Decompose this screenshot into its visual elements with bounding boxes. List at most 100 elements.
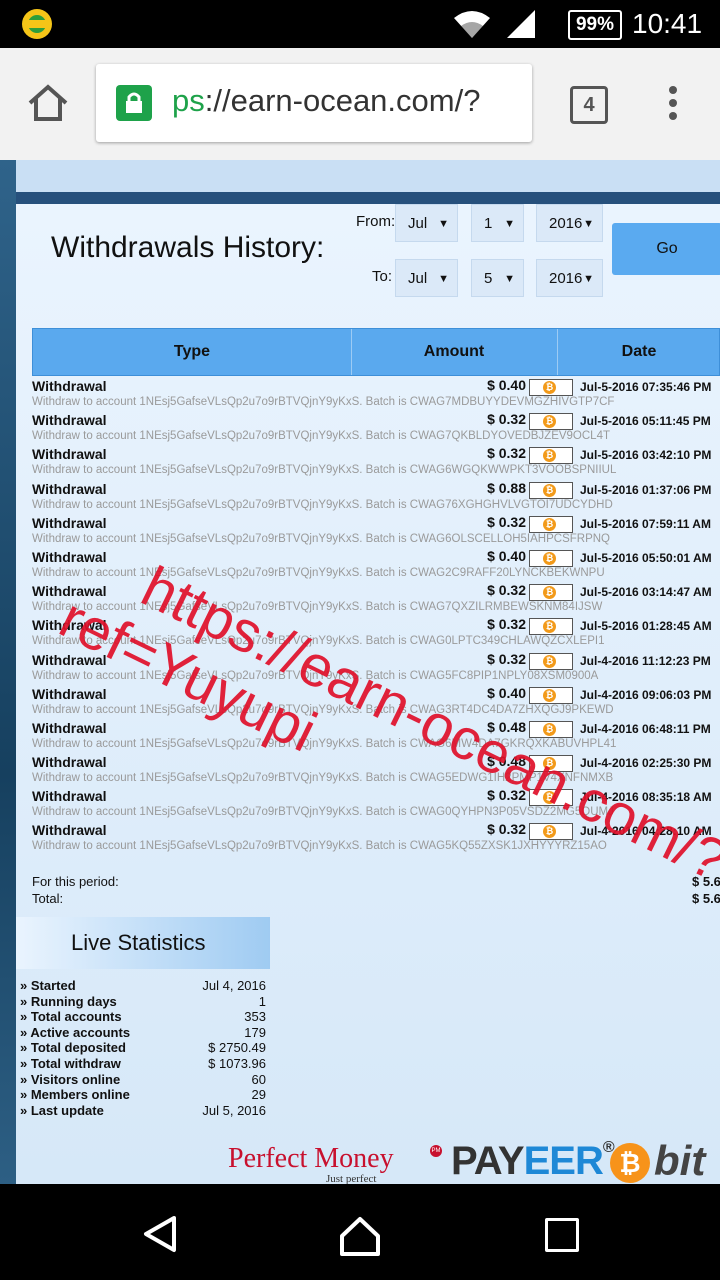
wifi-icon xyxy=(454,11,490,38)
row-description: Withdraw to account 1NEsj5GafseVLsQp2u7o… xyxy=(32,772,614,785)
table-row: Withdrawal $ 0.40 ₿ Jul-5-2016 07:35:46 PM W… xyxy=(32,376,720,410)
row-currency-badge: ₿ xyxy=(529,755,573,773)
row-date: Jul-4-2016 08:35:18 AM xyxy=(580,790,712,805)
home-nav-icon[interactable] xyxy=(338,1214,382,1258)
bitcoin-icon: ₿ xyxy=(543,654,556,668)
row-amount: $ 0.32 xyxy=(487,411,526,428)
table-row: Withdrawal $ 0.88 ₿ Jul-5-2016 01:37:06 PM W… xyxy=(32,479,720,513)
stat-value: 353 xyxy=(244,1009,266,1025)
row-amount: $ 0.32 xyxy=(487,582,526,599)
row-type: Withdrawal xyxy=(32,685,107,702)
stat-item: » Total deposited $ 2750.49 xyxy=(20,1040,266,1056)
column-amount: Amount xyxy=(351,329,558,375)
row-date: Jul-4-2016 09:06:03 PM xyxy=(580,687,712,702)
to-label: To: xyxy=(372,268,393,285)
browser-toolbar: ps://earn-ocean.com/? 4 xyxy=(0,48,720,160)
stat-value: Jul 5, 2016 xyxy=(202,1102,266,1118)
navigation-bar xyxy=(0,1184,720,1280)
row-type: Withdrawal xyxy=(32,617,107,634)
to-year-select[interactable]: 2016 ▼ xyxy=(536,259,603,297)
bitcoin-icon: ₿ xyxy=(543,551,556,565)
overflow-menu-icon[interactable] xyxy=(666,86,680,126)
row-currency-badge: ₿ xyxy=(529,686,573,704)
back-icon[interactable] xyxy=(140,1214,180,1254)
row-amount: $ 0.32 xyxy=(487,787,526,804)
table-header: Type Amount Date xyxy=(32,328,720,376)
payeer-logo: PAYEER® xyxy=(451,1139,615,1183)
total-label: Total: xyxy=(32,891,64,906)
row-date: Jul-5-2016 07:35:46 PM xyxy=(580,380,712,394)
stat-value: 29 xyxy=(251,1087,266,1103)
row-amount: $ 0.40 xyxy=(487,377,526,393)
live-statistics-list: » Started Jul 4, 2016» Running days 1» Tot… xyxy=(20,978,266,1118)
signal-icon xyxy=(507,10,535,38)
stat-item: » Total withdraw $ 1073.96 xyxy=(20,1056,266,1072)
row-description: Withdraw to account 1NEsj5GafseVLsQp2u7o… xyxy=(32,464,617,477)
table-row: Withdrawal $ 0.32 ₿ Jul-5-2016 01:28:45 AM W… xyxy=(32,615,720,649)
row-currency-badge: ₿ xyxy=(529,618,573,636)
row-type: Withdrawal xyxy=(32,412,107,429)
table-row: Withdrawal $ 0.32 ₿ Jul-5-2016 03:14:47 AM W… xyxy=(32,581,720,615)
row-amount: $ 0.32 xyxy=(487,616,526,633)
row-description: Withdraw to account 1NEsj5GafseVLsQp2u7o… xyxy=(32,601,603,614)
stat-item: » Started Jul 4, 2016 xyxy=(20,978,266,994)
url-text: ps://earn-ocean.com/? xyxy=(172,83,481,118)
bitcoin-icon: ₿ xyxy=(543,415,556,429)
row-description: Withdraw to account 1NEsj5GafseVLsQp2u7o… xyxy=(32,806,614,819)
table-row: Withdrawal $ 0.32 ₿ Jul-4-2016 08:35:18 AM W… xyxy=(32,786,720,820)
stat-label: » Started xyxy=(20,978,76,993)
row-description: Withdraw to account 1NEsj5GafseVLsQp2u7o… xyxy=(32,669,599,682)
withdrawals-table: Withdrawal $ 0.40 ₿ Jul-5-2016 07:35:46 PM W… xyxy=(32,376,720,855)
column-type: Type xyxy=(33,329,352,375)
from-month-select[interactable]: Jul ▼ xyxy=(395,204,458,242)
row-date: Jul-4-2016 06:48:11 PM xyxy=(580,721,711,736)
row-currency-badge: ₿ xyxy=(529,720,573,738)
row-currency-badge: ₿ xyxy=(529,481,573,499)
row-type: Withdrawal xyxy=(32,446,107,463)
row-description: Withdraw to account 1NEsj5GafseVLsQp2u7o… xyxy=(32,635,605,648)
recent-apps-icon[interactable] xyxy=(545,1218,579,1252)
row-type: Withdrawal xyxy=(32,651,107,668)
row-description: Withdraw to account 1NEsj5GafseVLsQp2u7o… xyxy=(32,532,610,545)
perfect-money-badge: PM xyxy=(430,1145,442,1157)
stat-item: » Members online 29 xyxy=(20,1087,266,1103)
row-date: Jul-5-2016 03:14:47 AM xyxy=(580,585,712,600)
row-type: Withdrawal xyxy=(32,583,107,600)
home-icon[interactable] xyxy=(26,81,70,125)
stat-value: Jul 4, 2016 xyxy=(202,978,266,993)
go-button[interactable]: Go xyxy=(612,223,720,275)
period-values: $ 5.6 $ 5.6 xyxy=(692,873,720,907)
period-label: For this period: xyxy=(32,874,119,889)
row-amount: $ 0.32 xyxy=(487,445,526,462)
row-amount: $ 0.88 xyxy=(487,479,526,496)
row-amount: $ 0.40 xyxy=(487,547,526,564)
bitcoin-icon: ₿ xyxy=(543,791,556,805)
page-content: Withdrawals History: From: Jul ▼ 1 ▼ 2016 ▼… xyxy=(16,160,720,1184)
to-day-select[interactable]: 5 ▼ xyxy=(471,259,524,297)
row-amount: $ 0.32 xyxy=(487,821,526,838)
from-day-select[interactable]: 1 ▼ xyxy=(471,204,524,242)
dark-band xyxy=(16,192,720,204)
row-amount: $ 0.32 xyxy=(487,513,526,530)
stat-value: $ 1073.96 xyxy=(208,1055,266,1071)
bitcoin-icon: ₿ xyxy=(543,722,556,736)
row-description: Withdraw to account 1NEsj5GafseVLsQp2u7o… xyxy=(32,737,617,750)
bitcoin-icon: ₿ xyxy=(610,1143,650,1183)
row-date: Jul-5-2016 07:59:11 AM xyxy=(580,516,711,531)
stat-item: » Last update Jul 5, 2016 xyxy=(20,1103,266,1119)
table-row: Withdrawal $ 0.40 ₿ Jul-5-2016 05:50:01 AM W… xyxy=(32,547,720,581)
row-currency-badge: ₿ xyxy=(529,823,573,841)
total-value: $ 5.6 xyxy=(692,891,720,906)
address-bar[interactable]: ps://earn-ocean.com/? xyxy=(96,64,532,142)
row-type: Withdrawal xyxy=(32,719,107,736)
stat-value: 179 xyxy=(244,1024,266,1040)
to-month-select[interactable]: Jul ▼ xyxy=(395,259,458,297)
row-description: Withdraw to account 1NEsj5GafseVLsQp2u7o… xyxy=(32,498,613,511)
from-year-select[interactable]: 2016 ▼ xyxy=(536,204,603,242)
row-description: Withdraw to account 1NEsj5GafseVLsQp2u7o… xyxy=(32,566,605,579)
stat-label: » Total accounts xyxy=(20,1009,122,1025)
table-row: Withdrawal $ 0.32 ₿ Jul-5-2016 05:11:45 PM W… xyxy=(32,410,720,444)
row-currency-badge: ₿ xyxy=(529,413,573,431)
row-date: Jul-4-2016 11:12:23 PM xyxy=(580,653,711,668)
tab-switcher-button[interactable]: 4 xyxy=(570,86,608,124)
